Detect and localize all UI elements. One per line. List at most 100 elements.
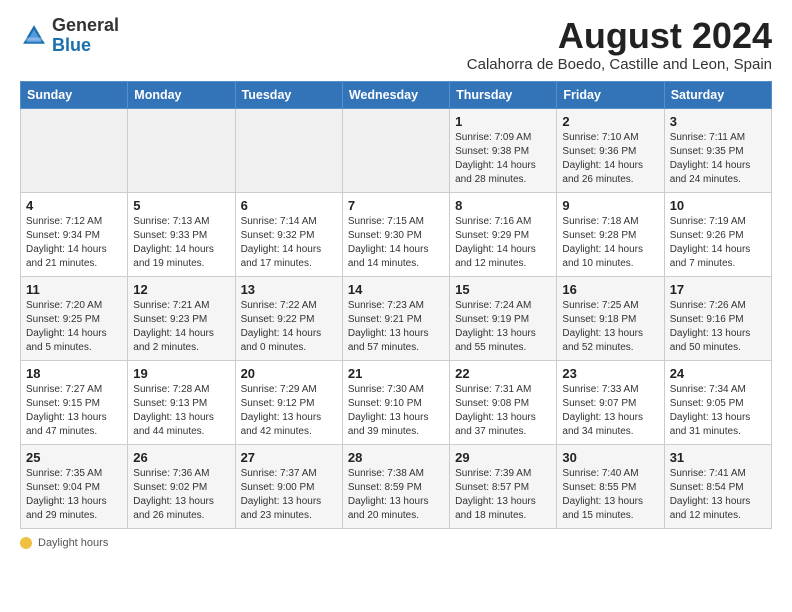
day-number: 17 bbox=[670, 282, 766, 297]
calendar-header: SundayMondayTuesdayWednesdayThursdayFrid… bbox=[21, 81, 772, 108]
day-header-thursday: Thursday bbox=[450, 81, 557, 108]
day-number: 19 bbox=[133, 366, 229, 381]
day-number: 18 bbox=[26, 366, 122, 381]
day-cell: 20Sunrise: 7:29 AMSunset: 9:12 PMDayligh… bbox=[235, 360, 342, 444]
day-info: Sunrise: 7:36 AMSunset: 9:02 PMDaylight:… bbox=[133, 467, 229, 523]
week-row-4: 18 Sunrise: 7:27 AMSunset: 9:15 PMDayligh… bbox=[21, 360, 772, 444]
day-number: 15 bbox=[455, 282, 551, 297]
page: General Blue August 2024 Calahorra de Bo… bbox=[0, 0, 792, 559]
day-cell: 3Sunrise: 7:11 AMSunset: 9:35 PMDaylight… bbox=[664, 108, 771, 192]
day-header-sunday: Sunday bbox=[21, 81, 128, 108]
day-number: 21 bbox=[348, 366, 444, 381]
day-info: Sunrise: 7:35 AMSunset: 9:04 PMDaylight:… bbox=[26, 467, 122, 523]
day-cell bbox=[235, 108, 342, 192]
day-number: 26 bbox=[133, 450, 229, 465]
day-cell: 15Sunrise: 7:24 AMSunset: 9:19 PMDayligh… bbox=[450, 276, 557, 360]
day-info: Sunrise: 7:31 AMSunset: 9:08 PMDaylight:… bbox=[455, 383, 551, 439]
logo-text: General Blue bbox=[52, 16, 119, 56]
footer: Daylight hours bbox=[20, 537, 772, 549]
calendar-body: 1 Sunrise: 7:09 AMSunset: 9:38 PMDaylight… bbox=[21, 108, 772, 528]
day-cell: 19 Sunrise: 7:28 AMSunset: 9:13 PMDayligh… bbox=[128, 360, 235, 444]
day-number: 22 bbox=[455, 366, 551, 381]
day-cell: 10 Sunrise: 7:19 AMSunset: 9:26 PMDayligh… bbox=[664, 192, 771, 276]
logo-icon bbox=[20, 22, 48, 50]
day-number: 12 bbox=[133, 282, 229, 297]
day-info: Sunrise: 7:33 AMSunset: 9:07 PMDaylight:… bbox=[562, 383, 658, 439]
day-cell: 12Sunrise: 7:21 AMSunset: 9:23 PMDayligh… bbox=[128, 276, 235, 360]
day-number: 5 bbox=[133, 198, 229, 213]
day-info: Sunrise: 7:20 AMSunset: 9:25 PMDaylight:… bbox=[26, 299, 122, 355]
day-cell: 9Sunrise: 7:18 AMSunset: 9:28 PMDaylight… bbox=[557, 192, 664, 276]
day-number: 11 bbox=[26, 282, 122, 297]
title-area: August 2024 Calahorra de Boedo, Castille… bbox=[467, 16, 772, 73]
main-title: August 2024 bbox=[467, 16, 772, 56]
week-row-2: 4Sunrise: 7:12 AMSunset: 9:34 PMDaylight… bbox=[21, 192, 772, 276]
day-number: 28 bbox=[348, 450, 444, 465]
day-cell: 28 Sunrise: 7:38 AMSunset: 8:59 PMDayligh… bbox=[342, 444, 449, 528]
day-cell: 24Sunrise: 7:34 AMSunset: 9:05 PMDayligh… bbox=[664, 360, 771, 444]
day-info: Sunrise: 7:11 AMSunset: 9:35 PMDaylight:… bbox=[670, 131, 766, 187]
day-number: 2 bbox=[562, 114, 658, 129]
day-header-wednesday: Wednesday bbox=[342, 81, 449, 108]
day-number: 27 bbox=[241, 450, 337, 465]
day-info: Sunrise: 7:30 AMSunset: 9:10 PMDaylight:… bbox=[348, 383, 444, 439]
day-info: Sunrise: 7:18 AMSunset: 9:28 PMDaylight:… bbox=[562, 215, 658, 271]
day-number: 29 bbox=[455, 450, 551, 465]
day-info: Sunrise: 7:23 AMSunset: 9:21 PMDaylight:… bbox=[348, 299, 444, 355]
day-number: 25 bbox=[26, 450, 122, 465]
day-info: Sunrise: 7:34 AMSunset: 9:05 PMDaylight:… bbox=[670, 383, 766, 439]
day-info: Sunrise: 7:29 AMSunset: 9:12 PMDaylight:… bbox=[241, 383, 337, 439]
day-number: 8 bbox=[455, 198, 551, 213]
day-cell: 21 Sunrise: 7:30 AMSunset: 9:10 PMDayligh… bbox=[342, 360, 449, 444]
day-cell: 8Sunrise: 7:16 AMSunset: 9:29 PMDaylight… bbox=[450, 192, 557, 276]
header: General Blue August 2024 Calahorra de Bo… bbox=[20, 16, 772, 73]
day-number: 1 bbox=[455, 114, 551, 129]
day-cell bbox=[128, 108, 235, 192]
day-cell: 4Sunrise: 7:12 AMSunset: 9:34 PMDaylight… bbox=[21, 192, 128, 276]
day-header-friday: Friday bbox=[557, 81, 664, 108]
day-info: Sunrise: 7:25 AMSunset: 9:18 PMDaylight:… bbox=[562, 299, 658, 355]
day-cell: 30Sunrise: 7:40 AMSunset: 8:55 PMDayligh… bbox=[557, 444, 664, 528]
logo-general: General bbox=[52, 15, 119, 35]
day-number: 6 bbox=[241, 198, 337, 213]
day-info: Sunrise: 7:10 AMSunset: 9:36 PMDaylight:… bbox=[562, 131, 658, 187]
day-cell: 25 Sunrise: 7:35 AMSunset: 9:04 PMDayligh… bbox=[21, 444, 128, 528]
day-number: 13 bbox=[241, 282, 337, 297]
day-info: Sunrise: 7:38 AMSunset: 8:59 PMDaylight:… bbox=[348, 467, 444, 523]
day-info: Sunrise: 7:13 AMSunset: 9:33 PMDaylight:… bbox=[133, 215, 229, 271]
day-cell: 17 Sunrise: 7:26 AMSunset: 9:16 PMDayligh… bbox=[664, 276, 771, 360]
day-cell: 14Sunrise: 7:23 AMSunset: 9:21 PMDayligh… bbox=[342, 276, 449, 360]
day-info: Sunrise: 7:28 AMSunset: 9:13 PMDaylight:… bbox=[133, 383, 229, 439]
day-header-monday: Monday bbox=[128, 81, 235, 108]
day-cell: 1 Sunrise: 7:09 AMSunset: 9:38 PMDaylight… bbox=[450, 108, 557, 192]
day-info: Sunrise: 7:37 AMSunset: 9:00 PMDaylight:… bbox=[241, 467, 337, 523]
day-header-tuesday: Tuesday bbox=[235, 81, 342, 108]
day-info: Sunrise: 7:27 AMSunset: 9:15 PMDaylight:… bbox=[26, 383, 122, 439]
day-number: 7 bbox=[348, 198, 444, 213]
week-row-5: 25 Sunrise: 7:35 AMSunset: 9:04 PMDayligh… bbox=[21, 444, 772, 528]
subtitle: Calahorra de Boedo, Castille and Leon, S… bbox=[467, 56, 772, 73]
day-info: Sunrise: 7:09 AMSunset: 9:38 PMDaylight:… bbox=[455, 131, 551, 187]
daylight-dot bbox=[20, 537, 32, 549]
day-number: 4 bbox=[26, 198, 122, 213]
day-number: 10 bbox=[670, 198, 766, 213]
day-cell: 6Sunrise: 7:14 AMSunset: 9:32 PMDaylight… bbox=[235, 192, 342, 276]
day-cell bbox=[21, 108, 128, 192]
day-cell bbox=[342, 108, 449, 192]
day-cell: 5 Sunrise: 7:13 AMSunset: 9:33 PMDaylight… bbox=[128, 192, 235, 276]
day-cell: 22 Sunrise: 7:31 AMSunset: 9:08 PMDayligh… bbox=[450, 360, 557, 444]
day-info: Sunrise: 7:19 AMSunset: 9:26 PMDaylight:… bbox=[670, 215, 766, 271]
day-number: 16 bbox=[562, 282, 658, 297]
day-cell: 11 Sunrise: 7:20 AMSunset: 9:25 PMDayligh… bbox=[21, 276, 128, 360]
day-cell: 13 Sunrise: 7:22 AMSunset: 9:22 PMDayligh… bbox=[235, 276, 342, 360]
day-cell: 26 Sunrise: 7:36 AMSunset: 9:02 PMDayligh… bbox=[128, 444, 235, 528]
day-info: Sunrise: 7:26 AMSunset: 9:16 PMDaylight:… bbox=[670, 299, 766, 355]
day-cell: 18 Sunrise: 7:27 AMSunset: 9:15 PMDayligh… bbox=[21, 360, 128, 444]
day-info: Sunrise: 7:22 AMSunset: 9:22 PMDaylight:… bbox=[241, 299, 337, 355]
day-number: 30 bbox=[562, 450, 658, 465]
day-cell: 7 Sunrise: 7:15 AMSunset: 9:30 PMDaylight… bbox=[342, 192, 449, 276]
day-cell: 27 Sunrise: 7:37 AMSunset: 9:00 PMDayligh… bbox=[235, 444, 342, 528]
day-cell: 29Sunrise: 7:39 AMSunset: 8:57 PMDayligh… bbox=[450, 444, 557, 528]
day-info: Sunrise: 7:15 AMSunset: 9:30 PMDaylight:… bbox=[348, 215, 444, 271]
logo: General Blue bbox=[20, 16, 119, 56]
